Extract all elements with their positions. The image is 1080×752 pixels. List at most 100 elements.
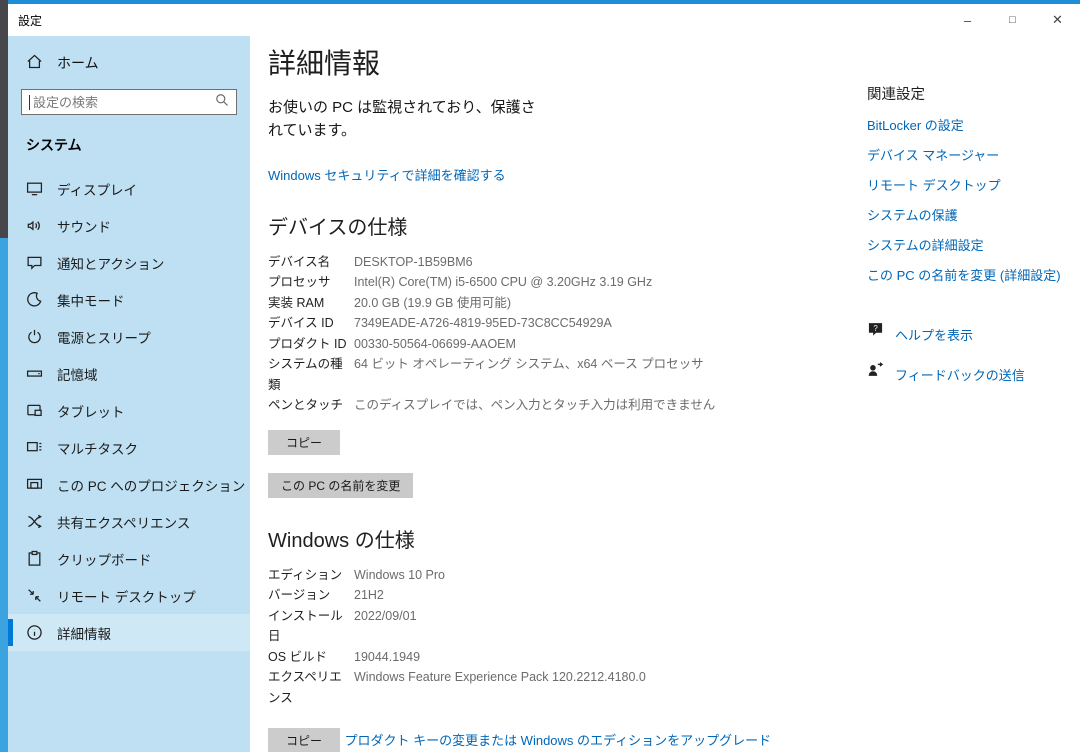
sidebar-item-home[interactable]: ホーム — [26, 52, 250, 74]
sidebar-item-remote-desktop[interactable]: リモート デスクトップ — [8, 577, 250, 614]
projection-icon — [26, 476, 43, 493]
feedback-row[interactable]: フィードバックの送信 — [867, 354, 1080, 384]
window-body: ホーム システム ディスプレイ — [8, 36, 1080, 752]
spec-value: 64 ビット オペレーティング システム、x64 ベース プロセッサ — [354, 354, 704, 395]
search-icon[interactable] — [215, 93, 229, 112]
copy-device-spec-button[interactable]: コピー — [268, 430, 340, 455]
spec-value: 00330-50564-06699-AAOEM — [354, 334, 516, 355]
main-content: 詳細情報 お使いの PC は監視されており、保護されています。 Windows … — [250, 36, 1080, 752]
spec-label: OS ビルド — [268, 647, 354, 668]
feedback-icon — [867, 361, 884, 378]
close-button[interactable]: ✕ — [1035, 4, 1080, 36]
spec-label: デバイス名 — [268, 252, 354, 273]
spec-label: システムの種類 — [268, 354, 354, 395]
search-input[interactable] — [30, 95, 215, 110]
spec-row-install-date: インストール日 2022/09/01 — [268, 606, 850, 647]
multitask-icon — [26, 439, 43, 456]
settings-app-screen: 設定 – □ ✕ ホーム — [0, 0, 1080, 752]
sidebar-item-sound[interactable]: サウンド — [8, 207, 250, 244]
spec-value: Intel(R) Core(TM) i5-6500 CPU @ 3.20GHz … — [354, 272, 652, 293]
background-window-edge-dark — [0, 0, 8, 238]
shared-experiences-icon — [26, 513, 43, 530]
spec-row-experience: エクスペリエンス Windows Feature Experience Pack… — [268, 667, 850, 708]
spec-value: 21H2 — [354, 585, 384, 606]
storage-icon — [26, 365, 43, 382]
get-help-row[interactable]: ? ヘルプを表示 — [867, 314, 1080, 344]
device-spec-table: デバイス名 DESKTOP-1B59BM6 プロセッサ Intel(R) Cor… — [268, 252, 850, 416]
window-controls: – □ ✕ — [945, 4, 1080, 36]
spec-row-device-id: デバイス ID 7349EADE-A726-4819-95ED-73C8CC54… — [268, 313, 850, 334]
sidebar-item-label: マルチタスク — [57, 438, 138, 458]
power-icon — [26, 328, 43, 345]
device-spec-heading: デバイスの仕様 — [268, 211, 850, 240]
sidebar-section-title: システム — [26, 135, 250, 155]
windows-spec-table: エディション Windows 10 Pro バージョン 21H2 インストール日… — [268, 565, 850, 709]
remote-desktop-icon — [26, 587, 43, 604]
titlebar: 設定 – □ ✕ — [8, 4, 1080, 36]
spec-value: Windows 10 Pro — [354, 565, 445, 586]
windows-security-link[interactable]: Windows セキュリティで詳細を確認する — [268, 165, 506, 184]
send-feedback-link[interactable]: フィードバックの送信 — [895, 368, 1025, 384]
change-product-key-link[interactable]: プロダクト キーの変更または Windows のエディションをアップグレード — [344, 730, 771, 749]
sidebar-item-label: 集中モード — [57, 290, 125, 310]
spec-label: ペンとタッチ — [268, 395, 354, 416]
spec-label: プロダクト ID — [268, 334, 354, 355]
sidebar-item-label: 共有エクスペリエンス — [57, 512, 190, 532]
sidebar-item-multitasking[interactable]: マルチタスク — [8, 429, 250, 466]
sidebar-item-label: この PC へのプロジェクション — [57, 475, 245, 495]
sidebar-item-clipboard[interactable]: クリップボード — [8, 540, 250, 577]
sidebar-item-focus-assist[interactable]: 集中モード — [8, 281, 250, 318]
sidebar-home-label: ホーム — [57, 53, 99, 73]
spec-row-version: バージョン 21H2 — [268, 585, 850, 606]
spec-row-device-name: デバイス名 DESKTOP-1B59BM6 — [268, 252, 850, 273]
home-icon — [26, 53, 43, 73]
help-icon: ? — [867, 321, 884, 338]
device-manager-link[interactable]: デバイス マネージャー — [867, 148, 1080, 164]
sidebar-item-projecting[interactable]: この PC へのプロジェクション — [8, 466, 250, 503]
sidebar-item-display[interactable]: ディスプレイ — [8, 170, 250, 207]
spec-value: このディスプレイでは、ペン入力とタッチ入力は利用できません — [354, 395, 715, 416]
sidebar-item-tablet[interactable]: タブレット — [8, 392, 250, 429]
advanced-system-settings-link[interactable]: システムの詳細設定 — [867, 238, 1080, 254]
sidebar-item-label: 通知とアクション — [57, 253, 164, 273]
sidebar-item-shared-experiences[interactable]: 共有エクスペリエンス — [8, 503, 250, 540]
get-help-link[interactable]: ヘルプを表示 — [895, 328, 973, 344]
spec-row-product-id: プロダクト ID 00330-50564-06699-AAOEM — [268, 334, 850, 355]
spec-value: 20.0 GB (19.9 GB 使用可能) — [354, 293, 511, 314]
spec-value: 19044.1949 — [354, 647, 420, 668]
sidebar-item-power-sleep[interactable]: 電源とスリープ — [8, 318, 250, 355]
copy-windows-spec-button[interactable]: コピー — [268, 728, 340, 752]
spec-label: デバイス ID — [268, 313, 354, 334]
system-protection-link[interactable]: システムの保護 — [867, 208, 1080, 224]
bitlocker-settings-link[interactable]: BitLocker の設定 — [867, 118, 1080, 134]
security-status-text: お使いの PC は監視されており、保護されています。 — [268, 96, 540, 143]
spec-label: エクスペリエンス — [268, 667, 354, 708]
sidebar-nav: ディスプレイ サウンド 通知とアクション — [8, 170, 250, 651]
spec-row-ram: 実装 RAM 20.0 GB (19.9 GB 使用可能) — [268, 293, 850, 314]
spec-row-os-build: OS ビルド 19044.1949 — [268, 647, 850, 668]
settings-search-box[interactable] — [21, 89, 237, 115]
sidebar-item-notifications[interactable]: 通知とアクション — [8, 244, 250, 281]
spec-value: 2022/09/01 — [354, 606, 417, 647]
maximize-button[interactable]: □ — [990, 4, 1035, 36]
remote-desktop-link[interactable]: リモート デスクトップ — [867, 178, 1080, 194]
spec-label: プロセッサ — [268, 272, 354, 293]
display-icon — [26, 180, 43, 197]
about-icon — [26, 624, 43, 641]
background-window-edge-blue — [0, 238, 8, 752]
spec-value: 7349EADE-A726-4819-95ED-73C8CC54929A — [354, 313, 612, 334]
rename-pc-button[interactable]: この PC の名前を変更 — [268, 473, 413, 498]
spec-row-pen-touch: ペンとタッチ このディスプレイでは、ペン入力とタッチ入力は利用できません — [268, 395, 850, 416]
spec-label: エディション — [268, 565, 354, 586]
minimize-button[interactable]: – — [945, 4, 990, 36]
sidebar-item-storage[interactable]: 記憶域 — [8, 355, 250, 392]
related-settings-heading: 関連設定 — [867, 83, 1080, 104]
spec-row-edition: エディション Windows 10 Pro — [268, 565, 850, 586]
spec-row-processor: プロセッサ Intel(R) Core(TM) i5-6500 CPU @ 3.… — [268, 272, 850, 293]
sidebar-item-about[interactable]: 詳細情報 — [8, 614, 250, 651]
notifications-icon — [26, 254, 43, 271]
windows-spec-heading: Windows の仕様 — [268, 524, 850, 553]
sidebar-item-label: ディスプレイ — [57, 179, 137, 199]
rename-pc-advanced-link[interactable]: この PC の名前を変更 (詳細設定) — [867, 268, 1080, 284]
sidebar-item-label: 詳細情報 — [57, 623, 111, 643]
